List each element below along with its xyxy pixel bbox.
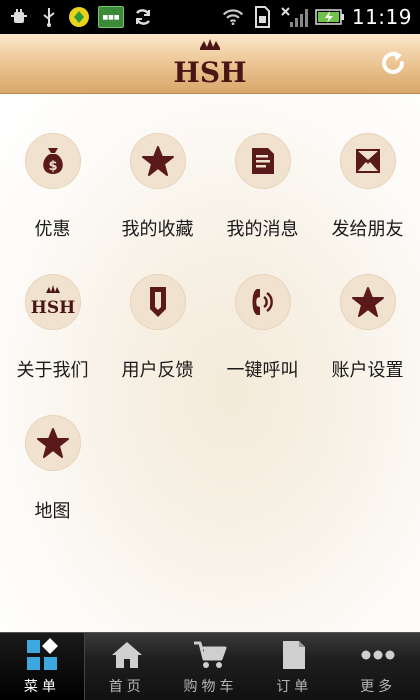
star-icon bbox=[129, 133, 186, 189]
tab-more[interactable]: 更多 bbox=[336, 633, 420, 700]
money-bag-icon: $ bbox=[24, 133, 81, 189]
svg-text:HSH: HSH bbox=[30, 298, 74, 318]
grid-item-label: 用户反馈 bbox=[121, 360, 194, 381]
svg-text:$: $ bbox=[48, 159, 57, 174]
grid-item-messages[interactable]: 我的消息 bbox=[210, 95, 315, 240]
envelope-icon bbox=[339, 133, 396, 189]
pen-icon bbox=[129, 274, 186, 330]
menu-grid: $ 优惠 我的收藏 我的消息 发给朋友 HSH 关于我们 用户反馈 一键呼叫 账… bbox=[0, 95, 420, 632]
signal-icon bbox=[280, 6, 308, 28]
star-icon bbox=[24, 415, 81, 471]
app-notification-icon: ■■■ bbox=[98, 6, 124, 28]
hsh-logo: HSH bbox=[165, 38, 255, 90]
document-icon bbox=[234, 133, 291, 189]
grid-item-label: 账户设置 bbox=[331, 360, 404, 381]
tab-label: 更多 bbox=[360, 679, 397, 695]
wifi-icon bbox=[222, 6, 244, 28]
more-icon bbox=[361, 638, 395, 672]
tab-orders[interactable]: 订单 bbox=[252, 633, 336, 700]
refresh-icon[interactable] bbox=[378, 48, 408, 78]
phone-icon bbox=[234, 274, 291, 330]
tab-home[interactable]: 首页 bbox=[85, 633, 169, 700]
app-notification-icon bbox=[68, 6, 90, 28]
hsh-logo-icon: HSH bbox=[24, 274, 81, 330]
bottom-tab-bar: 菜单 首页 购物车 订单 更多 bbox=[0, 632, 420, 700]
grid-item-label: 地图 bbox=[34, 501, 71, 522]
grid-item-share[interactable]: 发给朋友 bbox=[315, 95, 420, 240]
star-icon bbox=[339, 274, 396, 330]
usb-debug-icon bbox=[8, 6, 30, 28]
tab-label: 菜单 bbox=[23, 679, 60, 695]
tab-label: 订单 bbox=[276, 679, 313, 695]
status-bar: ■■■ 11:19 bbox=[0, 0, 420, 34]
grid-item-favorites[interactable]: 我的收藏 bbox=[105, 95, 210, 240]
menu-grid-icon bbox=[25, 638, 59, 672]
grid-item-account-settings[interactable]: 账户设置 bbox=[315, 236, 420, 381]
tab-menu[interactable]: 菜单 bbox=[0, 633, 85, 700]
grid-item-label: 一键呼叫 bbox=[226, 360, 299, 381]
battery-charging-icon bbox=[315, 6, 345, 28]
grid-item-call[interactable]: 一键呼叫 bbox=[210, 236, 315, 381]
status-time: 11:19 bbox=[351, 5, 412, 29]
home-icon bbox=[110, 638, 144, 672]
usb-icon bbox=[38, 6, 60, 28]
sim-icon bbox=[251, 6, 273, 28]
grid-item-about[interactable]: HSH 关于我们 bbox=[0, 236, 105, 381]
grid-item-feedback[interactable]: 用户反馈 bbox=[105, 236, 210, 381]
tab-label: 首页 bbox=[108, 679, 145, 695]
order-icon bbox=[277, 638, 311, 672]
svg-text:HSH: HSH bbox=[173, 56, 246, 89]
app-header: HSH bbox=[0, 34, 420, 94]
sync-icon bbox=[132, 6, 154, 28]
cart-icon bbox=[193, 638, 227, 672]
grid-item-discount[interactable]: $ 优惠 bbox=[0, 95, 105, 240]
tab-label: 购物车 bbox=[183, 679, 238, 695]
tab-cart[interactable]: 购物车 bbox=[169, 633, 253, 700]
grid-item-map[interactable]: 地图 bbox=[0, 377, 105, 522]
